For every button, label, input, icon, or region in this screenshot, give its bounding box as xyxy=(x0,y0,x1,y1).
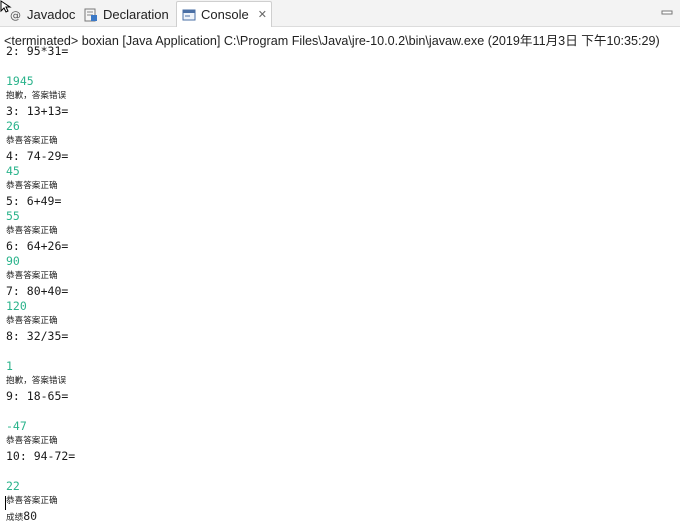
console-input-line: -47 xyxy=(6,419,27,433)
console-question-line: 8: 32/35= xyxy=(6,329,69,343)
console-result-line: 抱歉，答案错误 xyxy=(6,91,67,101)
tab-declaration[interactable]: Declaration xyxy=(82,2,174,27)
score-value: 80 xyxy=(23,509,38,523)
score-label: 成绩 xyxy=(6,513,24,523)
console-result-line: 恭喜答案正确 xyxy=(6,436,58,446)
tab-console[interactable]: Console ✕ xyxy=(176,1,272,27)
svg-text:@: @ xyxy=(10,9,21,21)
console-input-line: 1 xyxy=(6,359,13,373)
console-result-line: 恭喜答案正确 xyxy=(6,496,58,506)
console-question-line: 2: 95*31= xyxy=(6,44,69,58)
console-question-line: 9: 18-65= xyxy=(6,389,69,403)
tab-label: Declaration xyxy=(103,7,169,22)
console-score-line: 成绩80 xyxy=(6,509,676,524)
console-question-line: 6: 64+26= xyxy=(6,239,69,253)
console-output[interactable]: 2: 95*31= 1945 抱歉，答案错误 3: 13+13= 26 恭喜答案正确 4: … xyxy=(6,44,676,524)
process-status: <terminated> boxian [Java Application] C… xyxy=(4,34,660,48)
tab-label: Javadoc xyxy=(27,7,76,22)
console-result-line: 恭喜答案正确 xyxy=(6,226,58,236)
console-question-line: 7: 80+40= xyxy=(6,284,69,298)
console-input-line: 22 xyxy=(6,479,20,493)
declaration-icon xyxy=(84,8,98,22)
console-question-line: 4: 74-29= xyxy=(6,149,69,163)
console-icon xyxy=(182,8,196,22)
console-question-line: 5: 6+49= xyxy=(6,194,62,208)
console-question-line: 3: 13+13= xyxy=(6,104,69,118)
tab-label: Console xyxy=(201,7,249,22)
console-input-line: 1945 xyxy=(6,74,34,88)
console-result-line: 抱歉，答案错误 xyxy=(6,376,67,386)
minimize-icon[interactable] xyxy=(660,6,674,20)
console-input-line: 55 xyxy=(6,209,20,223)
console-result-line: 恭喜答案正确 xyxy=(6,271,58,281)
console-result-line: 恭喜答案正确 xyxy=(6,316,58,326)
console-result-line: 恭喜答案正确 xyxy=(6,136,58,146)
console-input-line: 26 xyxy=(6,119,20,133)
close-icon[interactable]: ✕ xyxy=(258,8,267,21)
console-input-line: 45 xyxy=(6,164,20,178)
console-input-line: 90 xyxy=(6,254,20,268)
text-caret xyxy=(5,496,6,510)
javadoc-icon: @ xyxy=(8,8,22,22)
console-input-line: 120 xyxy=(6,299,27,313)
console-result-line: 恭喜答案正确 xyxy=(6,181,58,191)
console-question-line: 10: 94-72= xyxy=(6,449,76,463)
tab-javadoc[interactable]: @ Javadoc xyxy=(4,2,79,27)
view-tab-bar: @ Javadoc Declaration Console ✕ xyxy=(0,0,680,27)
